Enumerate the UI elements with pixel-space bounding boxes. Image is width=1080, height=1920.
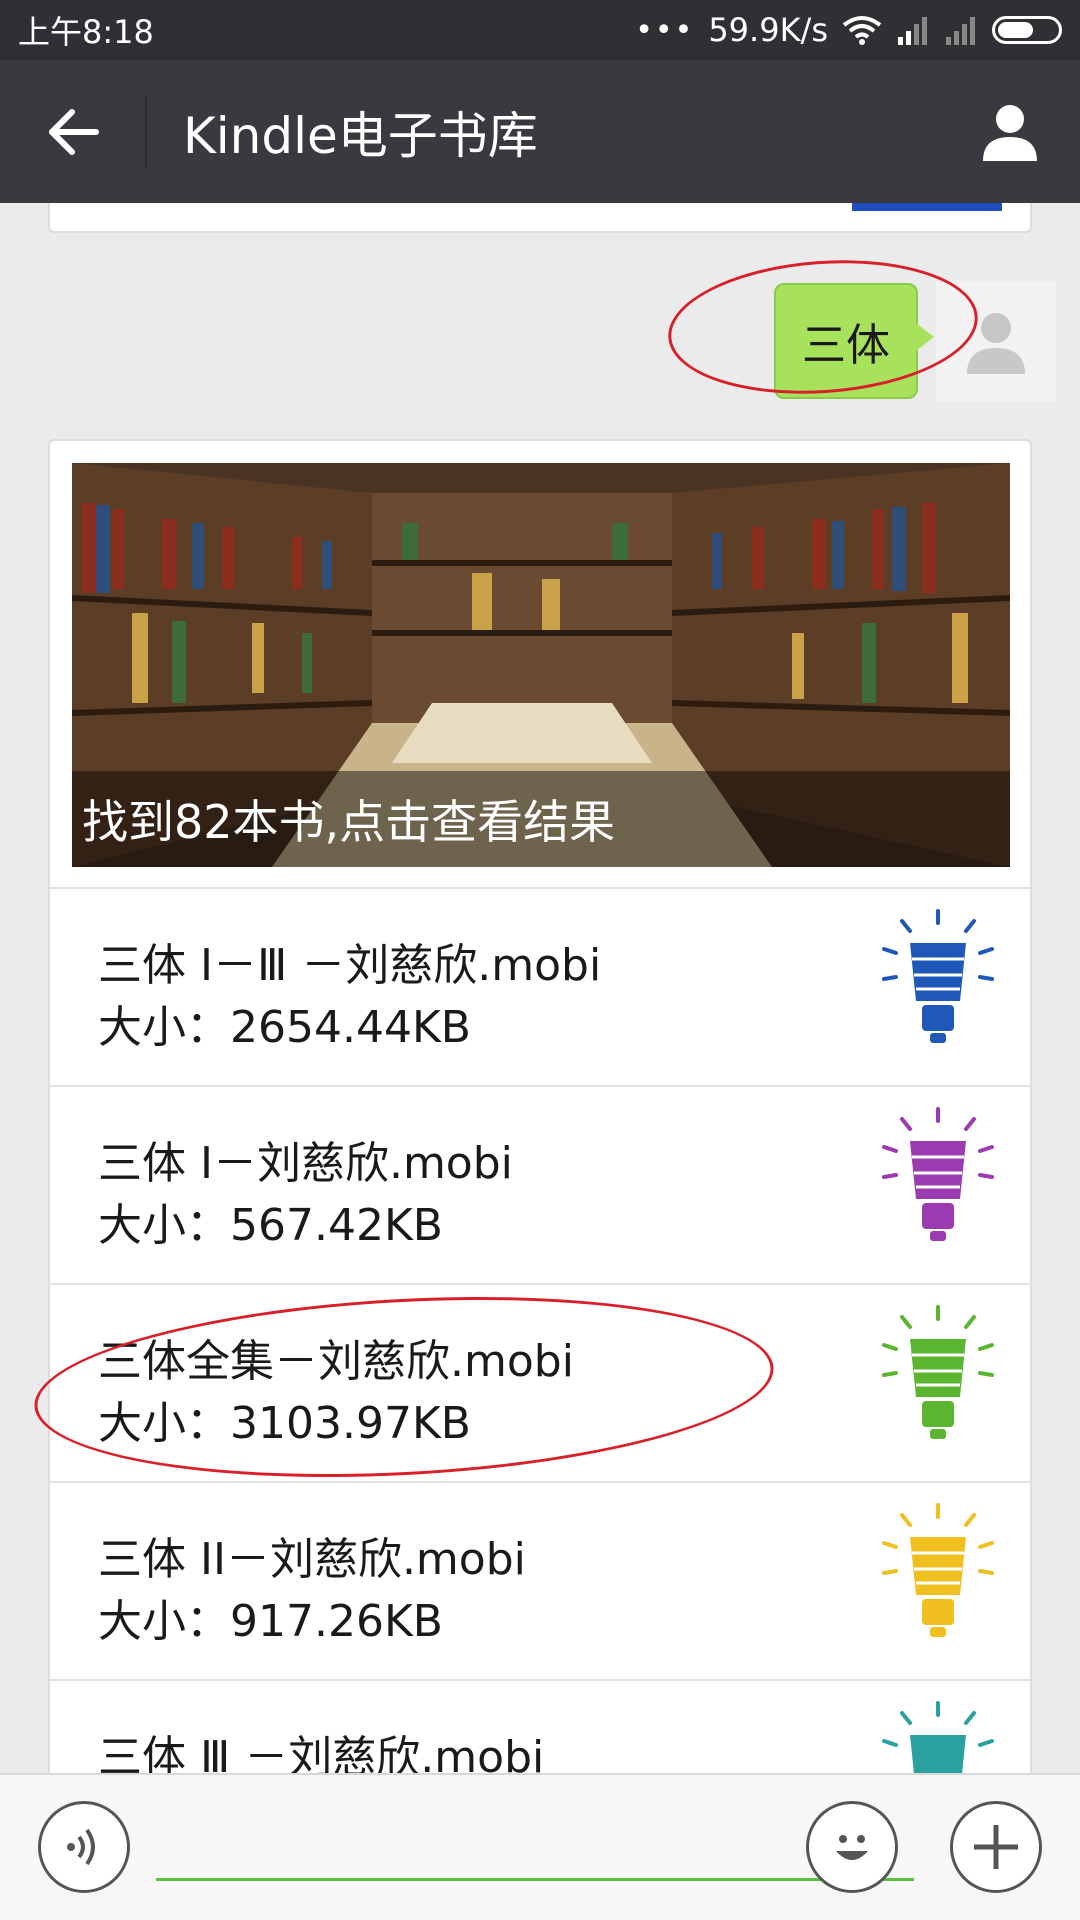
- lightbulb-icon: [882, 1503, 994, 1637]
- plus-button[interactable]: [950, 1801, 1042, 1893]
- book-name: 三体 I－刘慈欣.mobi: [98, 1138, 513, 1189]
- book-size: 大小：3103.97KB: [98, 1398, 471, 1449]
- person-icon: [983, 104, 1037, 161]
- search-result-card: 找到82本书,点击查看结果 三体 Ⅰ－Ⅲ －刘慈欣.mobi 大小：2654.4…: [48, 439, 1032, 1773]
- previous-card-accent: [852, 203, 1002, 211]
- voice-icon: [67, 1828, 95, 1866]
- app-header: Kindle电子书库: [0, 60, 1080, 203]
- arrow-left-icon: [48, 108, 99, 155]
- plus-icon: [974, 1825, 1018, 1869]
- book-name: 三体全集－刘慈欣.mobi: [98, 1336, 574, 1387]
- chat-area[interactable]: 三体 找到82本书,点击查看结果 三体 Ⅰ－Ⅲ －刘慈欣.mobi 大小：265…: [0, 203, 1080, 1773]
- book-size: 大小：917.26KB: [98, 1596, 443, 1647]
- banner-caption: 找到82本书,点击查看结果: [72, 771, 1010, 867]
- profile-button[interactable]: [940, 60, 1080, 203]
- emoji-button[interactable]: [806, 1801, 898, 1893]
- message-input[interactable]: [156, 1815, 914, 1881]
- status-time: 上午8:18: [18, 13, 154, 51]
- book-name: 三体 Ⅲ －刘慈欣.mobi: [98, 1732, 545, 1773]
- list-item[interactable]: 三体 Ⅲ －刘慈欣.mobi: [50, 1679, 1030, 1773]
- book-name: 三体 II－刘慈欣.mobi: [98, 1534, 526, 1585]
- list-item[interactable]: 三体 Ⅰ－Ⅲ －刘慈欣.mobi 大小：2654.44KB: [50, 887, 1030, 1085]
- previous-message-card[interactable]: [48, 203, 1032, 233]
- list-item[interactable]: 三体 II－刘慈欣.mobi 大小：917.26KB: [50, 1481, 1030, 1679]
- list-item[interactable]: 三体全集－刘慈欣.mobi 大小：3103.97KB: [50, 1283, 1030, 1481]
- network-speed: 59.9K/s: [708, 11, 828, 49]
- book-name: 三体 Ⅰ－Ⅲ －刘慈欣.mobi: [98, 940, 602, 991]
- list-item[interactable]: 三体 I－刘慈欣.mobi 大小：567.42KB: [50, 1085, 1030, 1283]
- voice-button[interactable]: [38, 1801, 130, 1893]
- lightbulb-icon: [882, 1701, 994, 1773]
- lightbulb-icon: [882, 1305, 994, 1439]
- lightbulb-icon: [882, 1107, 994, 1241]
- notification-dots: •••: [635, 12, 695, 48]
- battery-icon: [992, 16, 1062, 44]
- emoji-icon: [836, 1835, 868, 1860]
- wifi-icon: [842, 15, 882, 45]
- result-banner[interactable]: 找到82本书,点击查看结果: [72, 463, 1010, 867]
- book-size: 大小：567.42KB: [98, 1200, 443, 1251]
- signal-icon: [944, 15, 978, 45]
- book-size: 大小：2654.44KB: [98, 1002, 471, 1053]
- back-button[interactable]: [0, 60, 145, 203]
- page-title: Kindle电子书库: [183, 106, 538, 165]
- lightbulb-icon: [882, 909, 994, 1043]
- chat-input-bar: [0, 1773, 1080, 1920]
- status-bar: 上午8:18 ••• 59.9K/s: [0, 0, 1080, 60]
- signal-icon: [896, 15, 930, 45]
